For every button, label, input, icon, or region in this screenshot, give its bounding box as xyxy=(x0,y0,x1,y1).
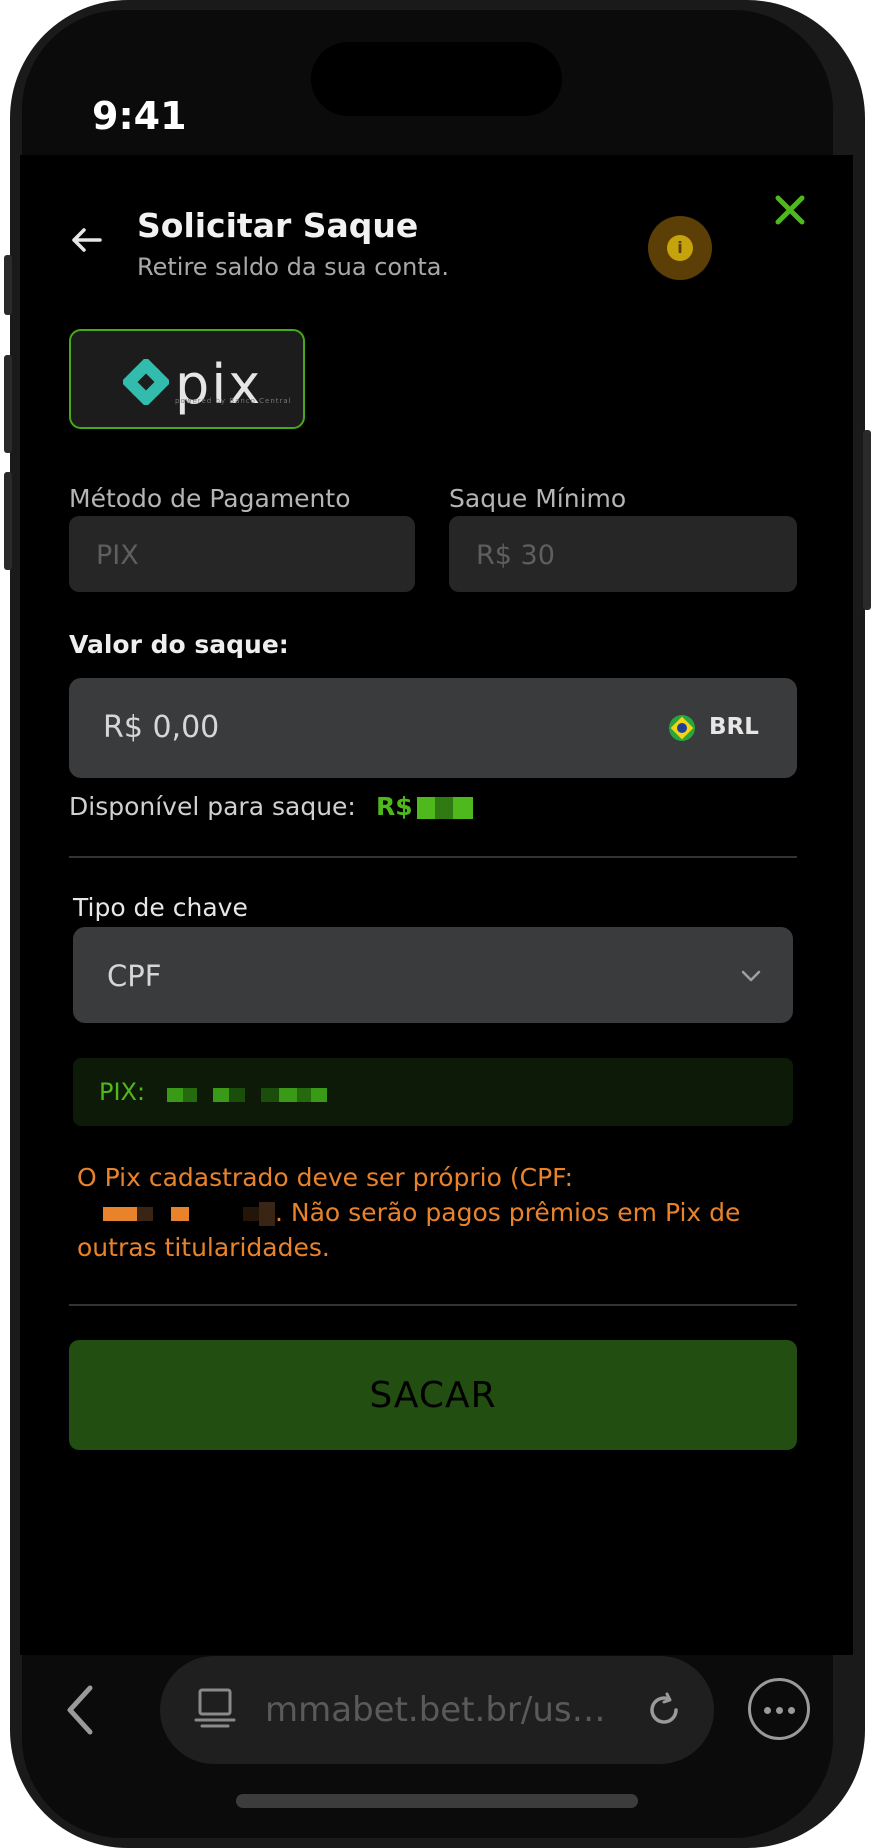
masked-value-block xyxy=(452,797,473,819)
url-text: mmabet.bet.br/us… xyxy=(265,1690,606,1730)
chevron-down-icon xyxy=(741,970,761,982)
available-value: R$ xyxy=(376,792,473,821)
page-info-icon xyxy=(194,1688,236,1728)
masked-cpf-block xyxy=(243,1207,259,1221)
masked-cpf-block xyxy=(259,1202,275,1226)
method-label: Método de Pagamento xyxy=(69,484,351,513)
method-field: PIX xyxy=(69,516,415,592)
pix-logo-text: pix xyxy=(175,353,263,416)
masked-cpf-block xyxy=(103,1207,137,1221)
reload-icon[interactable] xyxy=(646,1692,682,1728)
more-options-button[interactable] xyxy=(748,1678,810,1740)
url-bar[interactable]: mmabet.bet.br/us… xyxy=(160,1656,714,1764)
warning-text-start: O Pix cadastrado deve ser próprio (CPF: xyxy=(77,1163,574,1192)
back-arrow-icon[interactable] xyxy=(68,222,104,258)
min-withdraw-label: Saque Mínimo xyxy=(449,484,627,513)
pix-ownership-warning: O Pix cadastrado deve ser próprio (CPF: … xyxy=(77,1160,767,1265)
key-type-label: Tipo de chave xyxy=(73,893,248,922)
power-button xyxy=(863,430,871,610)
withdraw-amount-value: R$ 0,00 xyxy=(103,710,220,745)
volume-up-button xyxy=(4,355,12,453)
available-currency-prefix: R$ xyxy=(376,792,413,821)
masked-cpf-block xyxy=(171,1207,189,1221)
status-time: 9:41 xyxy=(92,94,187,138)
divider xyxy=(69,1304,797,1306)
withdraw-amount-input[interactable]: R$ 0,00 BRL xyxy=(69,678,797,778)
pix-key-label: PIX: xyxy=(99,1078,146,1106)
dynamic-island xyxy=(311,42,562,116)
key-type-selected: CPF xyxy=(107,959,162,993)
key-type-select[interactable]: CPF xyxy=(73,927,793,1023)
masked-value-block xyxy=(434,797,453,819)
home-indicator[interactable] xyxy=(236,1794,638,1808)
pix-logo-tagline: powered by Banco Central xyxy=(175,397,292,405)
more-dot xyxy=(776,1707,783,1714)
min-withdraw-field: R$ 30 xyxy=(449,516,797,592)
close-icon[interactable] xyxy=(770,190,810,230)
masked-value-block xyxy=(416,797,435,819)
info-button[interactable]: i xyxy=(648,216,712,280)
browser-back-icon[interactable] xyxy=(60,1680,100,1740)
info-icon: i xyxy=(667,235,693,261)
currency-code: BRL xyxy=(709,714,759,740)
min-withdraw-value: R$ 30 xyxy=(476,540,555,571)
more-dot xyxy=(764,1707,771,1714)
available-label: Disponível para saque: xyxy=(69,792,356,821)
pix-key-display: PIX: xyxy=(73,1058,793,1126)
more-dot xyxy=(788,1707,795,1714)
masked-pix-key xyxy=(167,1084,327,1102)
masked-cpf-block xyxy=(137,1207,153,1221)
divider xyxy=(69,856,797,858)
withdraw-amount-label: Valor do saque: xyxy=(69,630,289,659)
pix-logo-icon xyxy=(123,359,169,405)
pix-method-card[interactable]: pix powered by Banco Central xyxy=(69,329,305,429)
method-value: PIX xyxy=(96,540,139,571)
volume-down-button xyxy=(4,472,12,570)
mute-switch xyxy=(4,255,12,315)
page-title: Solicitar Saque xyxy=(137,206,419,245)
page-subtitle: Retire saldo da sua conta. xyxy=(137,253,450,281)
brazil-flag-icon xyxy=(669,715,695,741)
withdraw-submit-button[interactable]: SACAR xyxy=(69,1340,797,1450)
